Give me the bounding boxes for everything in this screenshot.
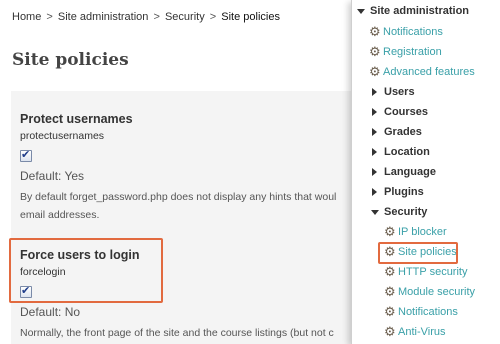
menu-link-ip-blocker[interactable]: ⚙ IP blocker (352, 222, 500, 242)
breadcrumb-separator: > (209, 11, 217, 23)
arrow-right-icon (372, 128, 377, 136)
gear-icon: ⚙ (384, 225, 396, 240)
menu-link-advanced-features[interactable]: ⚙ Advanced features (352, 62, 500, 82)
menu-link-label: Registration (383, 46, 442, 58)
setting-description-protectusernames: By default forget_password.php does not … (20, 188, 336, 224)
menu-link-label: Module security (398, 286, 476, 298)
arrow-right-icon (372, 88, 377, 96)
setting-description-forcelogin: Normally, the front page of the site and… (20, 324, 334, 342)
gear-icon: ⚙ (384, 325, 396, 340)
menu-link-module-security[interactable]: ⚙ Module security (352, 282, 500, 302)
menu-category-label: Users (384, 86, 415, 98)
menu-category-users[interactable]: Users (352, 82, 500, 102)
gear-icon: ⚙ (384, 285, 396, 300)
setting-key-forcelogin: forcelogin (20, 266, 66, 278)
description-line: email addresses. (20, 209, 100, 221)
menu-category-label: Location (384, 146, 430, 158)
menu-category-courses[interactable]: Courses (352, 102, 500, 122)
arrow-right-icon (372, 168, 377, 176)
menu-link-http-security[interactable]: ⚙ HTTP security (352, 262, 500, 282)
setting-key-protectusernames: protectusernames (20, 130, 105, 142)
page-title: Site policies (12, 50, 129, 70)
description-line: By default forget_password.php does not … (20, 191, 337, 203)
menu-link-notifications[interactable]: ⚙ Notifications (352, 22, 500, 42)
menu-header-site-administration[interactable]: Site administration (352, 2, 500, 22)
gear-icon: ⚙ (384, 305, 396, 320)
arrow-down-icon (357, 9, 365, 14)
breadcrumb-security[interactable]: Security (165, 11, 205, 23)
menu-link-label: Notifications (398, 306, 458, 318)
site-administration-menu: Site administration ⚙ Notifications ⚙ Re… (351, 0, 500, 344)
gear-icon: ⚙ (384, 265, 396, 280)
menu-link-label: Advanced features (383, 66, 475, 78)
gear-icon: ⚙ (369, 25, 381, 40)
menu-category-location[interactable]: Location (352, 142, 500, 162)
setting-default-forcelogin: Default: No (20, 305, 81, 319)
menu-category-label: Plugins (384, 186, 424, 198)
arrow-right-icon (372, 148, 377, 156)
menu-category-label: Grades (384, 126, 422, 138)
menu-link-anti-virus[interactable]: ⚙ Anti-Virus (352, 322, 500, 342)
menu-category-label: Courses (384, 106, 429, 118)
arrow-right-icon (372, 108, 377, 116)
menu-link-registration[interactable]: ⚙ Registration (352, 42, 500, 62)
menu-category-plugins[interactable]: Plugins (352, 182, 500, 202)
menu-category-grades[interactable]: Grades (352, 122, 500, 142)
menu-category-security[interactable]: Security (352, 202, 500, 222)
menu-category-language[interactable]: Language (352, 162, 500, 182)
arrow-down-icon (371, 210, 379, 215)
protectusernames-checkbox[interactable] (20, 148, 32, 162)
breadcrumb: Home > Site administration > Security > … (12, 11, 280, 23)
gear-icon: ⚙ (369, 65, 381, 80)
breadcrumb-site-administration[interactable]: Site administration (58, 11, 149, 23)
breadcrumb-home[interactable]: Home (12, 11, 41, 23)
menu-link-label: IP blocker (398, 226, 447, 238)
menu-link-label: HTTP security (398, 266, 468, 278)
setting-default-protectusernames: Default: Yes (20, 169, 85, 183)
menu-link-label: Anti-Virus (398, 326, 446, 338)
breadcrumb-separator: > (153, 11, 160, 23)
breadcrumb-current: Site policies (221, 11, 280, 23)
arrow-right-icon (372, 188, 377, 196)
setting-name-forcelogin: Force users to login (20, 248, 140, 262)
menu-category-label: Language (384, 166, 436, 178)
breadcrumb-separator: > (46, 11, 53, 23)
menu-header-label: Site administration (370, 5, 470, 17)
description-line: Normally, the front page of the site and… (20, 327, 334, 339)
gear-icon: ⚙ (369, 45, 381, 60)
highlight-box-site-policies (378, 242, 458, 264)
forcelogin-checkbox[interactable] (20, 284, 32, 298)
menu-link-security-notifications[interactable]: ⚙ Notifications (352, 302, 500, 322)
menu-category-label: Security (384, 206, 428, 218)
menu-link-label: Notifications (383, 26, 443, 38)
setting-name-protectusernames: Protect usernames (20, 112, 133, 126)
